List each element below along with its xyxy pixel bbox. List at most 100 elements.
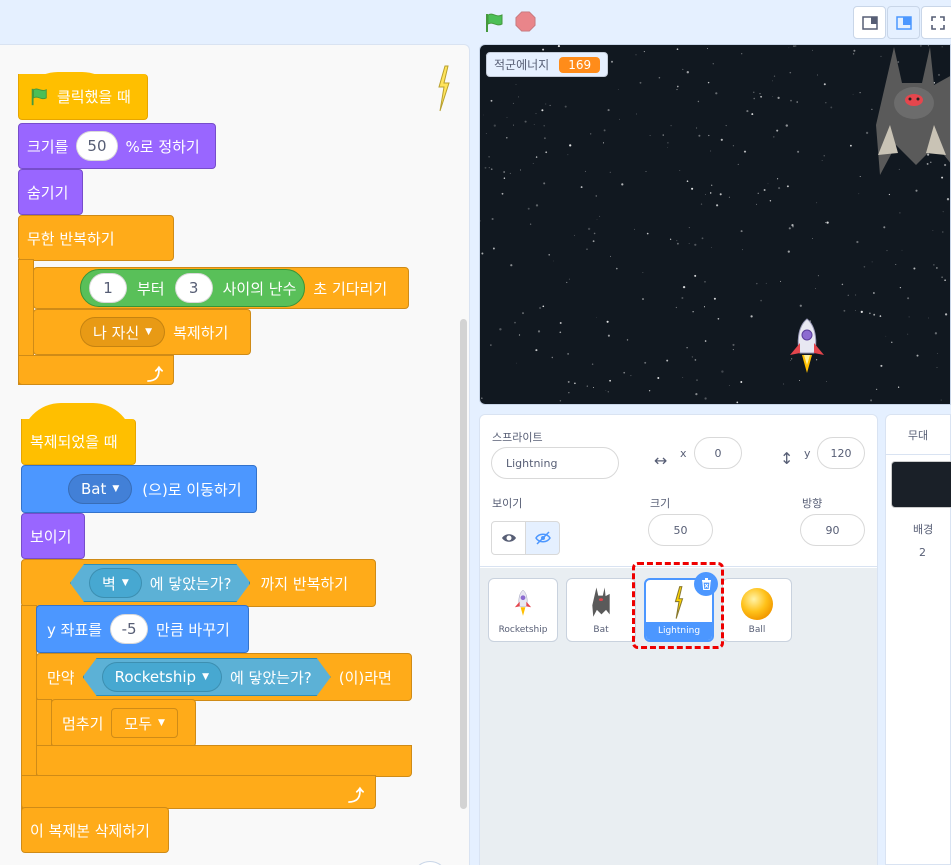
- stop-icon[interactable]: [515, 11, 536, 32]
- random-to-input[interactable]: 3: [174, 273, 213, 303]
- clone-hat-label: 복제되었을 때: [30, 433, 118, 451]
- size-input[interactable]: 50: [648, 514, 713, 546]
- show-sprite-button[interactable]: [491, 521, 526, 555]
- y-arrows-icon: ↕: [780, 449, 794, 468]
- forever-label: 무한 반복하기: [27, 229, 115, 248]
- backdrop-label: 배경: [913, 523, 934, 536]
- sprite-label: 스프라이트: [492, 431, 543, 444]
- when-start-as-clone-block[interactable]: 복제되었을 때: [21, 419, 136, 465]
- delete-clone-label: 이 복제본 삭제하기: [30, 821, 150, 840]
- repeat-until-suffix: 까지 반복하기: [260, 574, 349, 593]
- dropdown-caret-icon: ▼: [158, 718, 165, 728]
- show-block[interactable]: 보이기: [21, 513, 85, 559]
- code-scrollbar[interactable]: [460, 319, 467, 809]
- hide-block[interactable]: 숨기기: [18, 169, 83, 215]
- change-y-input[interactable]: -5: [110, 614, 149, 644]
- touching-rocketship-dropdown[interactable]: Rocketship ▼: [102, 662, 222, 692]
- if-label: 만약: [47, 668, 75, 687]
- goto-block[interactable]: Bat ▼ (으)로 이동하기: [21, 465, 257, 513]
- loop-arrow-icon: ⤴: [348, 786, 365, 805]
- y-input[interactable]: 120: [817, 437, 865, 469]
- rocketship-thumb-icon: [514, 589, 532, 616]
- bat-sprite[interactable]: [876, 45, 951, 185]
- set-size-suffix: %로 정하기: [125, 137, 200, 156]
- touching-rocketship-block[interactable]: Rocketship ▼ 에 닿았는가?: [83, 658, 331, 696]
- repeat-until-block[interactable]: 벽 ▼ 에 닿았는가? 까지 반복하기: [21, 559, 376, 607]
- sprite-name: Bat: [593, 625, 609, 635]
- random-block[interactable]: 1 부터 3 사이의 난수: [80, 269, 306, 307]
- small-stage-button[interactable]: [853, 6, 886, 39]
- y-label: y: [804, 447, 811, 460]
- clone-target-value: 나 자신: [93, 323, 140, 342]
- if-suffix: (이)라면: [338, 668, 392, 687]
- clone-target-dropdown[interactable]: 나 자신 ▼: [80, 317, 166, 347]
- touching-wall-label: 에 닿았는가?: [149, 574, 232, 593]
- wait-suffix: 초 기다리기: [313, 279, 388, 298]
- backdrop-thumbnail[interactable]: [891, 461, 951, 508]
- touching-rocketship-value: Rocketship: [114, 668, 197, 686]
- wait-block[interactable]: 1 부터 3 사이의 난수 초 기다리기: [33, 267, 409, 309]
- random-from-input[interactable]: 1: [89, 273, 127, 303]
- repeat-until-bottom: ⤴: [21, 775, 376, 809]
- zoom-in-button[interactable]: [412, 861, 448, 865]
- forever-block[interactable]: 무한 반복하기: [18, 215, 174, 261]
- random-label: 사이의 난수: [222, 279, 297, 298]
- create-clone-block[interactable]: 나 자신 ▼ 복제하기: [33, 309, 251, 355]
- backdrop-count: 2: [919, 546, 926, 559]
- stop-block[interactable]: 멈추기 모두 ▼: [51, 699, 196, 747]
- stage[interactable]: 적군에너지 169: [479, 44, 951, 405]
- touching-wall-value: 벽: [102, 574, 116, 593]
- touching-wall-block[interactable]: 벽 ▼ 에 닿았는가?: [70, 564, 250, 602]
- lightning-sprite-indicator-icon: [438, 65, 450, 112]
- dropdown-caret-icon: ▼: [145, 327, 153, 337]
- fullscreen-button[interactable]: [921, 6, 951, 39]
- hide-sprite-button[interactable]: [525, 521, 560, 555]
- green-flag-icon[interactable]: [483, 12, 505, 34]
- delete-clone-block[interactable]: 이 복제본 삭제하기: [21, 807, 169, 853]
- rocketship-sprite[interactable]: [784, 317, 830, 375]
- code-area[interactable]: 클릭했을 때 크기를 50 %로 정하기 숨기기 무한 반복하기 1 부터 3 …: [0, 44, 470, 865]
- eye-slash-icon: [534, 531, 551, 545]
- variable-monitor[interactable]: 적군에너지 169: [486, 52, 609, 77]
- sprite-tile-ball[interactable]: Ball: [722, 578, 792, 642]
- dropdown-caret-icon: ▼: [112, 484, 120, 494]
- size-label: 크기: [650, 497, 671, 510]
- touching-wall-dropdown[interactable]: 벽 ▼: [89, 568, 142, 598]
- goto-target-dropdown[interactable]: Bat ▼: [68, 474, 133, 504]
- if-bottom: [36, 745, 412, 777]
- stop-option-value: 모두: [124, 714, 153, 733]
- eye-icon: [501, 534, 516, 542]
- hat-label: 클릭했을 때: [57, 88, 131, 106]
- sprite-name: Rocketship: [498, 625, 548, 635]
- direction-label: 방향: [802, 497, 823, 510]
- sprite-tile-rocketship[interactable]: Rocketship: [488, 578, 558, 642]
- set-size-input[interactable]: 50: [76, 131, 118, 161]
- stage-header: 무대: [886, 415, 950, 455]
- show-label: 보이기: [30, 527, 72, 546]
- fullscreen-icon: [930, 15, 945, 30]
- when-flag-clicked-block[interactable]: 클릭했을 때: [18, 74, 148, 120]
- loop-arrow-icon: ⤴: [147, 365, 164, 384]
- if-block[interactable]: 만약 Rocketship ▼ 에 닿았는가? (이)라면: [36, 653, 412, 701]
- x-input[interactable]: 0: [694, 437, 742, 469]
- monitor-label: 적군에너지: [494, 58, 550, 72]
- small-stage-icon: [861, 15, 878, 30]
- goto-target-value: Bat: [81, 480, 107, 498]
- direction-input[interactable]: 90: [800, 514, 865, 546]
- stage-selector[interactable]: 무대 배경 2: [885, 414, 951, 865]
- change-y-block[interactable]: y 좌표를 -5 만큼 바꾸기: [36, 605, 249, 653]
- sprite-name: Ball: [748, 625, 766, 635]
- touching-rocketship-label: 에 닿았는가?: [229, 668, 312, 687]
- sprite-info: 스프라이트 Lightning ↔ x 0 ↕ y 120 보이기 크기 50 …: [480, 415, 877, 567]
- top-bar: [0, 0, 951, 44]
- selected-sprite-highlight: [632, 562, 724, 649]
- normal-stage-button[interactable]: [887, 6, 920, 39]
- sprite-tile-bat[interactable]: Bat: [566, 578, 636, 642]
- monitor-value: 169: [559, 56, 601, 73]
- stop-option-dropdown[interactable]: 모두 ▼: [111, 708, 178, 738]
- set-size-block[interactable]: 크기를 50 %로 정하기: [18, 123, 216, 169]
- goto-suffix: (으)로 이동하기: [142, 480, 242, 499]
- sprite-name-input[interactable]: Lightning: [491, 447, 619, 479]
- stop-label: 멈추기: [62, 714, 104, 733]
- create-clone-suffix: 복제하기: [173, 323, 229, 342]
